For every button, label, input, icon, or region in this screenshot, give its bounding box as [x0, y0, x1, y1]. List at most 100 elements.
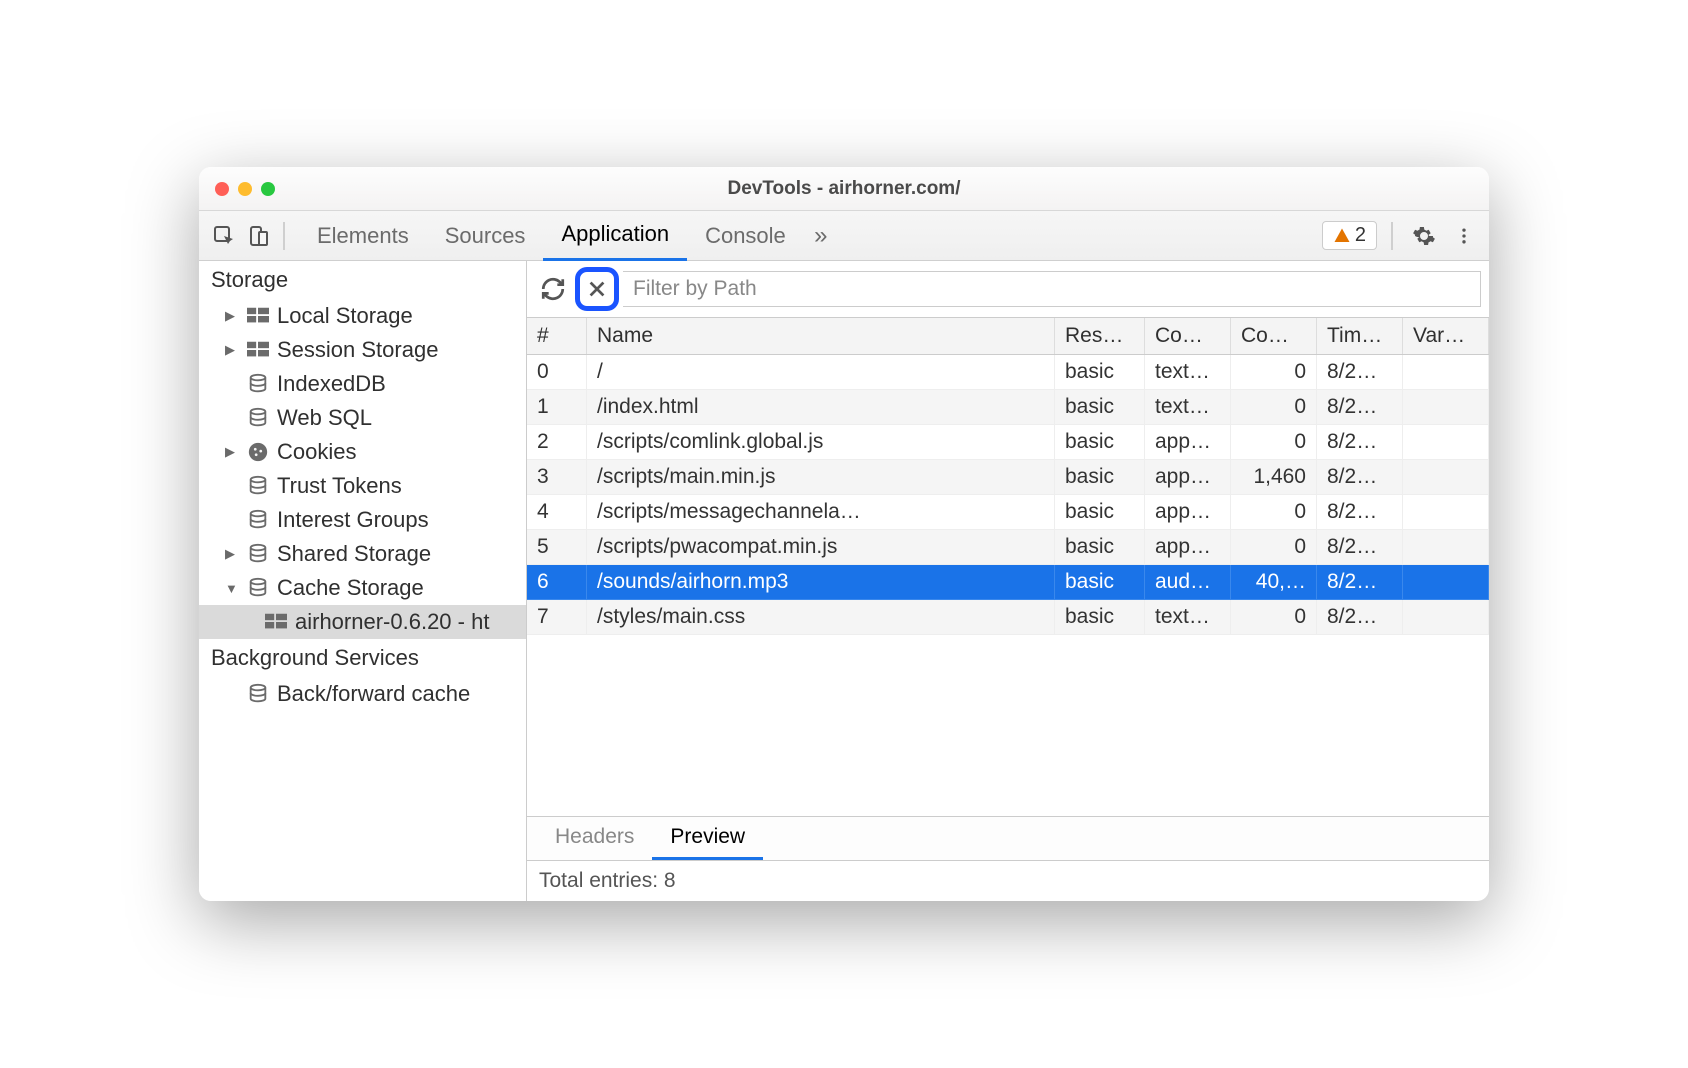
table-cell: /styles/main.css	[587, 600, 1055, 635]
sidebar-item-label: Back/forward cache	[277, 681, 470, 707]
table-cell: basic	[1055, 425, 1145, 460]
cookie-icon	[247, 441, 269, 463]
clear-icon[interactable]	[582, 274, 612, 304]
table-cell: app…	[1145, 495, 1231, 530]
table-cell: 0	[1231, 390, 1317, 425]
sidebar-item-web-sql[interactable]: Web SQL	[199, 401, 526, 435]
table-row[interactable]: 2/scripts/comlink.global.jsbasicapp…08/2…	[527, 425, 1489, 460]
column-header[interactable]: Tim…	[1317, 318, 1403, 354]
table-row[interactable]: 4/scripts/messagechannela…basicapp…08/2…	[527, 495, 1489, 530]
sidebar-item-trust-tokens[interactable]: Trust Tokens	[199, 469, 526, 503]
table-cell: basic	[1055, 355, 1145, 390]
table-cell: 3	[527, 460, 587, 495]
chevron-right-icon: ▶	[225, 308, 239, 324]
panel-tabs: ElementsSourcesApplicationConsole	[299, 211, 804, 261]
device-toggle-icon[interactable]	[241, 219, 275, 253]
column-header[interactable]: Res…	[1055, 318, 1145, 354]
close-window-button[interactable]	[215, 182, 229, 196]
table-cell: 0	[1231, 355, 1317, 390]
table-cell: 2	[527, 425, 587, 460]
tab-sources[interactable]: Sources	[427, 211, 544, 261]
table-cell: /scripts/messagechannela…	[587, 495, 1055, 530]
column-header[interactable]: Name	[587, 318, 1055, 354]
table-cell: basic	[1055, 530, 1145, 565]
table-cell: 1,460	[1231, 460, 1317, 495]
table-row[interactable]: 6/sounds/airhorn.mp3basicaud…40,…8/2…	[527, 565, 1489, 600]
tab-application[interactable]: Application	[543, 211, 687, 261]
column-header[interactable]: Co…	[1231, 318, 1317, 354]
table-cell: /scripts/main.min.js	[587, 460, 1055, 495]
column-header[interactable]: Co…	[1145, 318, 1231, 354]
sidebar-item-airhorner-0-6-20-ht[interactable]: airhorner-0.6.20 - ht	[199, 605, 526, 639]
table-cell: app…	[1145, 460, 1231, 495]
sidebar-item-label: airhorner-0.6.20 - ht	[295, 609, 489, 635]
table-cell: 8/2…	[1317, 565, 1403, 600]
refresh-icon[interactable]	[535, 271, 571, 307]
table-cell: 0	[527, 355, 587, 390]
table-cell: /sounds/airhorn.mp3	[587, 565, 1055, 600]
sidebar-item-label: Shared Storage	[277, 541, 431, 567]
warnings-badge[interactable]: 2	[1322, 221, 1377, 250]
tab-console[interactable]: Console	[687, 211, 804, 261]
sidebar-item-cache-storage[interactable]: ▼Cache Storage	[199, 571, 526, 605]
sidebar-item-shared-storage[interactable]: ▶Shared Storage	[199, 537, 526, 571]
status-bar: Total entries: 8	[527, 861, 1489, 901]
table-cell	[1403, 355, 1489, 390]
detail-tab-headers[interactable]: Headers	[537, 817, 652, 860]
sidebar-item-back-forward-cache[interactable]: Back/forward cache	[199, 677, 526, 711]
sidebar-item-label: Local Storage	[277, 303, 413, 329]
table-cell: basic	[1055, 600, 1145, 635]
maximize-window-button[interactable]	[261, 182, 275, 196]
column-header[interactable]: Var…	[1403, 318, 1489, 354]
table-row[interactable]: 1/index.htmlbasictext…08/2…	[527, 390, 1489, 425]
traffic-lights	[215, 182, 275, 196]
settings-gear-icon[interactable]	[1407, 219, 1441, 253]
sidebar-item-session-storage[interactable]: ▶ Session Storage	[199, 333, 526, 367]
table-cell: 5	[527, 530, 587, 565]
table-cell: 8/2…	[1317, 530, 1403, 565]
table-cell: /	[587, 355, 1055, 390]
kebab-menu-icon[interactable]	[1447, 219, 1481, 253]
table-row[interactable]: 3/scripts/main.min.jsbasicapp…1,4608/2…	[527, 460, 1489, 495]
table-cell	[1403, 530, 1489, 565]
table-cell: basic	[1055, 495, 1145, 530]
table-row[interactable]: 7/styles/main.cssbasictext…08/2…	[527, 600, 1489, 635]
minimize-window-button[interactable]	[238, 182, 252, 196]
sidebar-item-label: Session Storage	[277, 337, 438, 363]
sidebar-item-label: Interest Groups	[277, 507, 429, 533]
column-header[interactable]: #	[527, 318, 587, 354]
table-cell: 8/2…	[1317, 425, 1403, 460]
db-icon	[247, 373, 269, 395]
detail-tab-preview[interactable]: Preview	[652, 817, 763, 860]
sidebar-item-label: IndexedDB	[277, 371, 386, 397]
more-tabs-icon[interactable]: »	[804, 219, 838, 253]
table-cell: text…	[1145, 600, 1231, 635]
table-cell	[1403, 495, 1489, 530]
filter-input[interactable]	[623, 271, 1481, 307]
sidebar-item-label: Cookies	[277, 439, 356, 465]
table-cell: /scripts/pwacompat.min.js	[587, 530, 1055, 565]
sidebar-section-title: Storage	[199, 261, 526, 299]
inspect-icon[interactable]	[207, 219, 241, 253]
table-cell: 0	[1231, 495, 1317, 530]
table-row[interactable]: 0/basictext…08/2…	[527, 355, 1489, 390]
table-cell: app…	[1145, 425, 1231, 460]
window-title: DevTools - airhorner.com/	[199, 178, 1489, 200]
table-cell: 8/2…	[1317, 390, 1403, 425]
tab-elements[interactable]: Elements	[299, 211, 427, 261]
table-cell: 8/2…	[1317, 495, 1403, 530]
db-icon	[247, 475, 269, 497]
sidebar-item-indexeddb[interactable]: IndexedDB	[199, 367, 526, 401]
table-cell: /scripts/comlink.global.js	[587, 425, 1055, 460]
sidebar-item-interest-groups[interactable]: Interest Groups	[199, 503, 526, 537]
sidebar-item-cookies[interactable]: ▶Cookies	[199, 435, 526, 469]
table-cell: 6	[527, 565, 587, 600]
sidebar-item-local-storage[interactable]: ▶ Local Storage	[199, 299, 526, 333]
table-cell: 0	[1231, 425, 1317, 460]
chevron-right-icon: ▶	[225, 342, 239, 358]
table-row[interactable]: 5/scripts/pwacompat.min.jsbasicapp…08/2…	[527, 530, 1489, 565]
table-header: #NameRes…Co…Co…Tim…Var…	[527, 318, 1489, 355]
toolbar-divider	[1391, 222, 1393, 250]
detail-tabs: HeadersPreview	[527, 816, 1489, 861]
clear-highlight	[575, 267, 619, 311]
